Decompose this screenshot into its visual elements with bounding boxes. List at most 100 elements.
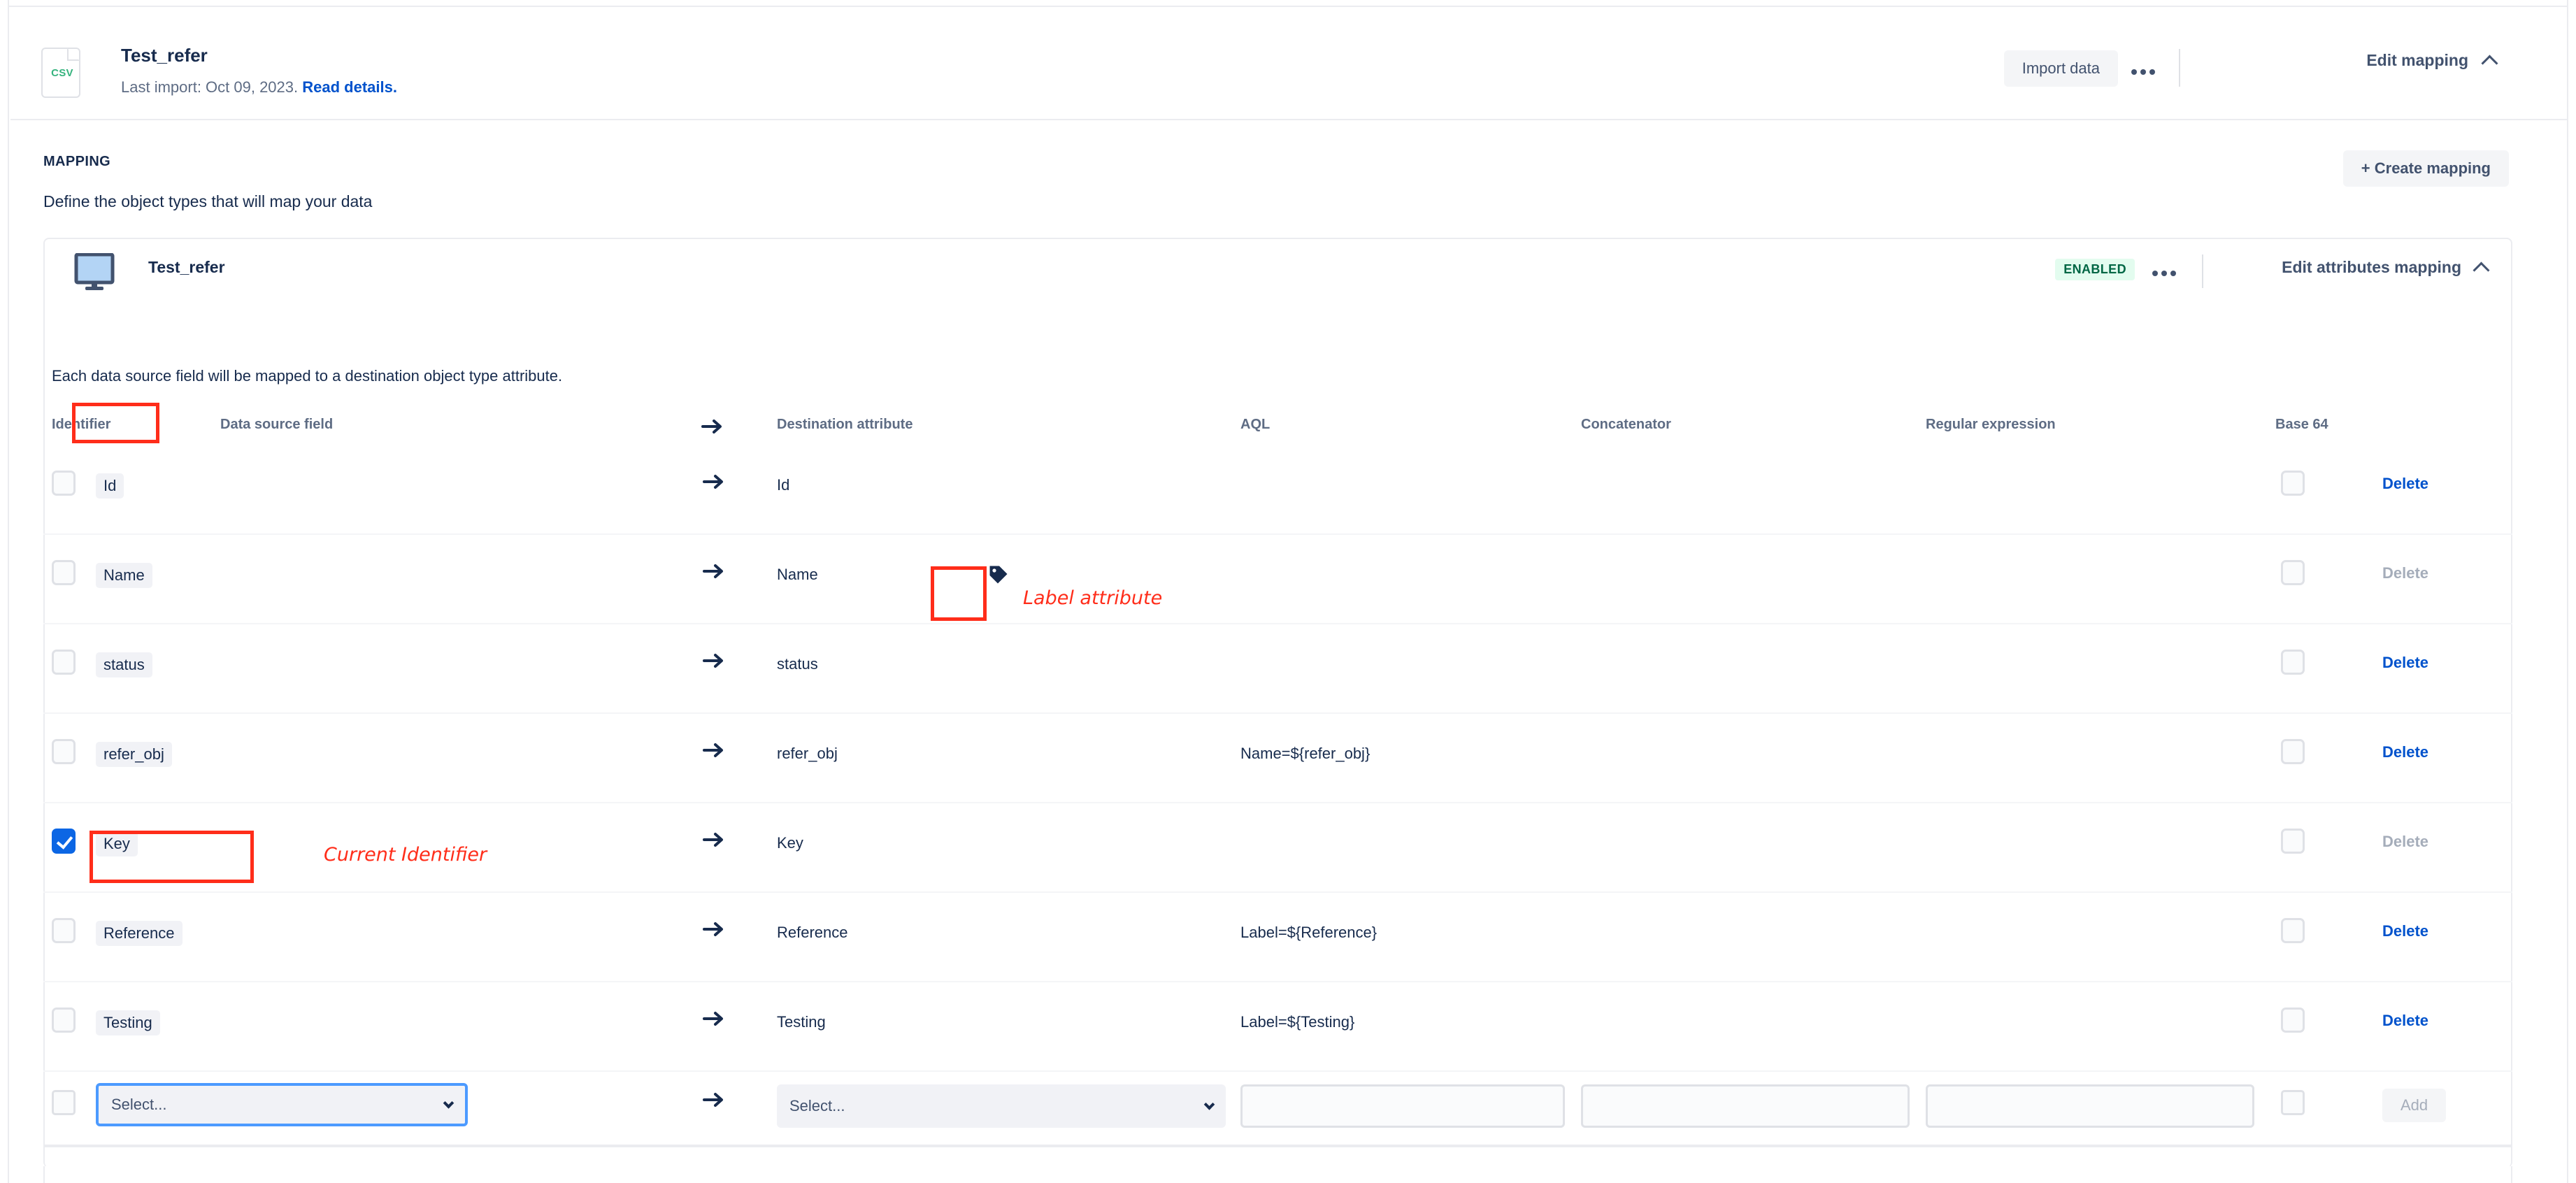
column-header-destination-attribute: Destination attribute <box>777 417 913 433</box>
column-header-concatenator: Concatenator <box>1581 417 1671 433</box>
mapping-card-more-actions-icon[interactable] <box>2147 260 2181 287</box>
destination-attribute-value: status <box>777 655 818 673</box>
dot <box>2140 69 2146 75</box>
row-base64-checkbox[interactable] <box>2281 739 2305 764</box>
last-import-text: Last import: Oct 09, 2023. Read details. <box>121 78 397 96</box>
column-header-data-source-field: Data source field <box>220 417 333 433</box>
row-identifier-checkbox[interactable] <box>52 739 76 764</box>
card-bottom-edge <box>43 1166 2512 1183</box>
monitor-icon <box>74 253 115 291</box>
last-import-label: Last import: Oct 09, 2023. <box>121 78 298 96</box>
aql-value: Label=${Reference} <box>1240 924 1377 942</box>
row-identifier-checkbox[interactable] <box>52 650 76 675</box>
mapping-table-description: Each data source field will be mapped to… <box>52 367 562 385</box>
table-row: Reference Reference Label=${Reference} Dele… <box>43 893 2512 982</box>
attributes-mapping-table: Identifier Data source field Destination… <box>43 402 2512 1147</box>
row-base64-checkbox[interactable] <box>2281 829 2305 854</box>
arrow-right-icon <box>702 919 726 939</box>
delete-row-link[interactable]: Delete <box>2382 654 2428 671</box>
regular-expression-input[interactable] <box>1926 1084 2254 1128</box>
data-source-field-value: Key <box>96 831 138 856</box>
column-header-arrow <box>701 417 724 436</box>
top-edge-divider <box>0 0 2576 7</box>
table-row: refer_objrefer_objName=${refer_obj}Delet… <box>43 714 2512 803</box>
chevron-up-icon <box>2481 55 2498 71</box>
row-identifier-checkbox[interactable] <box>52 829 76 854</box>
aql-value: Name=${refer_obj} <box>1240 745 1370 763</box>
create-mapping-button[interactable]: + Create mapping <box>2343 150 2509 187</box>
column-header-base64: Base 64 <box>2275 417 2328 433</box>
delete-row-link[interactable]: Delete <box>2382 475 2428 492</box>
column-header-regular-expression: Regular expression <box>1926 417 2056 433</box>
data-source-field-value: Reference <box>96 921 183 946</box>
mapping-card-divider <box>2202 254 2203 288</box>
row-identifier-checkbox[interactable] <box>52 918 76 943</box>
mapping-card-header: Test_refer ENABLED Edit attributes mappi… <box>45 239 2511 305</box>
tag-icon <box>988 564 1009 585</box>
table-body: IdIdDeleteNameNameDeletestatusstatusDele… <box>43 445 2512 1072</box>
row-base64-checkbox[interactable] <box>2281 650 2305 675</box>
table-row: status status Delete <box>43 624 2512 714</box>
table-header-row: Identifier Data source field Destination… <box>43 402 2512 445</box>
row-base64-checkbox[interactable] <box>2281 918 2305 943</box>
dot <box>2149 69 2155 75</box>
annotation-current-identifier: Current Identifier <box>324 844 487 866</box>
arrow-right-icon <box>701 417 724 436</box>
mapping-card-title: Test_refer <box>148 258 225 277</box>
row-identifier-checkbox[interactable] <box>52 1008 76 1033</box>
header-more-actions-icon[interactable] <box>2125 55 2161 89</box>
new-row-identifier-checkbox[interactable] <box>52 1090 76 1115</box>
row-base64-checkbox[interactable] <box>2281 471 2305 496</box>
data-source-field-value: Id <box>96 473 124 499</box>
edit-attributes-mapping-button[interactable]: Edit attributes mapping <box>2277 257 2491 278</box>
dot <box>2170 271 2176 276</box>
arrow-right-icon <box>702 830 726 849</box>
arrow-right-icon <box>702 1009 726 1028</box>
data-source-field-value: Name <box>96 563 152 588</box>
read-details-link[interactable]: Read details. <box>302 78 397 96</box>
data-source-header: CSV Test_refer Last import: Oct 09, 2023… <box>10 8 2567 120</box>
destination-attribute-value: refer_obj <box>777 745 838 763</box>
csv-file-icon: CSV <box>41 48 80 98</box>
status-badge: ENABLED <box>2055 259 2135 280</box>
row-identifier-checkbox[interactable] <box>52 471 76 496</box>
edit-mapping-label: Edit mapping <box>2366 51 2468 70</box>
table-row: IdIdDelete <box>43 445 2512 535</box>
destination-attribute-select[interactable]: Select... <box>777 1084 1226 1128</box>
destination-attribute-value: Key <box>777 834 803 852</box>
destination-attribute-value: Reference <box>777 924 848 942</box>
mapping-section-label: MAPPING <box>43 154 110 170</box>
row-base64-checkbox[interactable] <box>2281 1008 2305 1033</box>
concatenator-input[interactable] <box>1581 1084 1910 1128</box>
add-mapping-button[interactable]: Add <box>2382 1089 2446 1122</box>
row-base64-checkbox[interactable] <box>2281 560 2305 585</box>
data-source-field-select-value: Select... <box>111 1096 166 1114</box>
chevron-down-icon <box>443 1098 455 1109</box>
delete-row-link[interactable]: Delete <box>2382 1012 2428 1029</box>
left-rail-divider <box>0 0 9 1183</box>
delete-row-link[interactable]: Delete <box>2382 743 2428 761</box>
data-source-field-value: status <box>96 652 152 677</box>
edit-mapping-button[interactable]: Edit mapping <box>2362 50 2500 71</box>
column-header-identifier: Identifier <box>52 417 110 433</box>
destination-attribute-select-value: Select... <box>789 1097 845 1115</box>
data-source-field-select[interactable]: Select... <box>96 1083 468 1126</box>
table-row: TestingTestingLabel=${Testing}Delete <box>43 982 2512 1072</box>
new-row-base64-checkbox[interactable] <box>2281 1090 2305 1115</box>
right-rail-divider <box>2567 0 2576 1183</box>
dot <box>2152 271 2158 276</box>
import-data-button[interactable]: Import data <box>2004 50 2118 87</box>
chevron-up-icon <box>2473 261 2489 278</box>
arrow-right-icon <box>702 561 726 581</box>
delete-row-link: Delete <box>2382 564 2428 582</box>
column-header-aql: AQL <box>1240 417 1270 433</box>
row-identifier-checkbox[interactable] <box>52 560 76 585</box>
dot <box>2161 271 2167 276</box>
page-root: CSV Test_refer Last import: Oct 09, 2023… <box>0 0 2576 1183</box>
table-row: Name Name Delete <box>43 535 2512 624</box>
aql-input[interactable] <box>1240 1084 1565 1128</box>
delete-row-link[interactable]: Delete <box>2382 922 2428 940</box>
destination-attribute-value: Name <box>777 566 818 584</box>
csv-file-icon-label: CSV <box>43 67 82 79</box>
edit-attributes-mapping-label: Edit attributes mapping <box>2282 258 2461 277</box>
